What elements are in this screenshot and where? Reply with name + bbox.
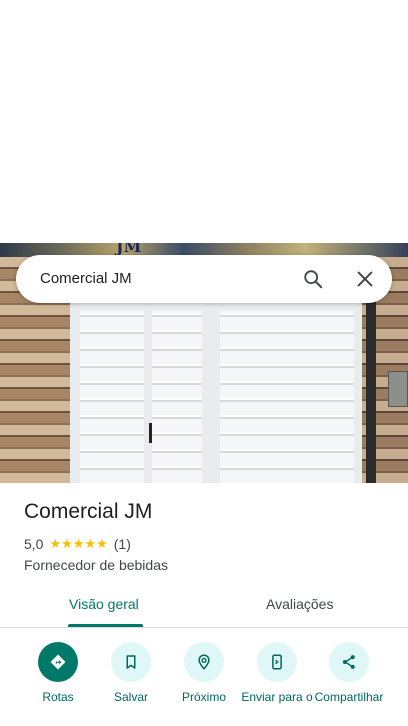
nearby-button[interactable]: Próximo	[166, 642, 242, 726]
search-query[interactable]: Comercial JM	[40, 270, 132, 287]
place-category: Fornecedor de bebidas	[24, 557, 168, 573]
review-count[interactable]: (1)	[114, 536, 131, 552]
nearby-label: Próximo	[181, 690, 226, 704]
shutter-middle	[152, 311, 202, 483]
save-label: Salvar	[113, 690, 148, 704]
tab-reviews[interactable]: Avaliações	[266, 596, 333, 612]
place-title: Comercial JM	[24, 500, 153, 523]
door-handle	[149, 423, 152, 443]
bookmark-icon	[111, 642, 151, 682]
share-label: Compartilhar	[314, 690, 384, 704]
save-button[interactable]: Salvar	[93, 642, 169, 726]
close-icon[interactable]	[354, 268, 376, 290]
directions-label: Rotas	[42, 690, 74, 704]
map-blank-area	[0, 0, 408, 243]
send-to-phone-label: Enviar para o	[241, 690, 313, 704]
rating-row[interactable]: 5,0 ★★★★★ (1)	[24, 536, 131, 552]
directions-icon	[38, 642, 78, 682]
shutter-right	[220, 311, 354, 483]
electric-meter	[388, 371, 408, 407]
share-icon	[329, 642, 369, 682]
directions-button[interactable]: Rotas	[20, 642, 96, 726]
tab-divider	[0, 627, 408, 628]
tab-overview[interactable]: Visão geral	[69, 596, 139, 612]
shutter-left	[80, 311, 144, 483]
search-icon[interactable]	[302, 268, 324, 290]
storefront-door-frame	[70, 301, 362, 483]
send-to-phone-icon	[257, 642, 297, 682]
nearby-pin-icon	[184, 642, 224, 682]
wall-pipe	[366, 283, 376, 483]
star-rating-icon: ★★★★★	[49, 536, 108, 552]
share-button[interactable]: Compartilhar	[311, 642, 387, 726]
send-to-phone-button[interactable]: Enviar para o	[239, 642, 315, 726]
search-bar[interactable]: Comercial JM	[16, 255, 392, 303]
rating-value: 5,0	[24, 536, 44, 552]
